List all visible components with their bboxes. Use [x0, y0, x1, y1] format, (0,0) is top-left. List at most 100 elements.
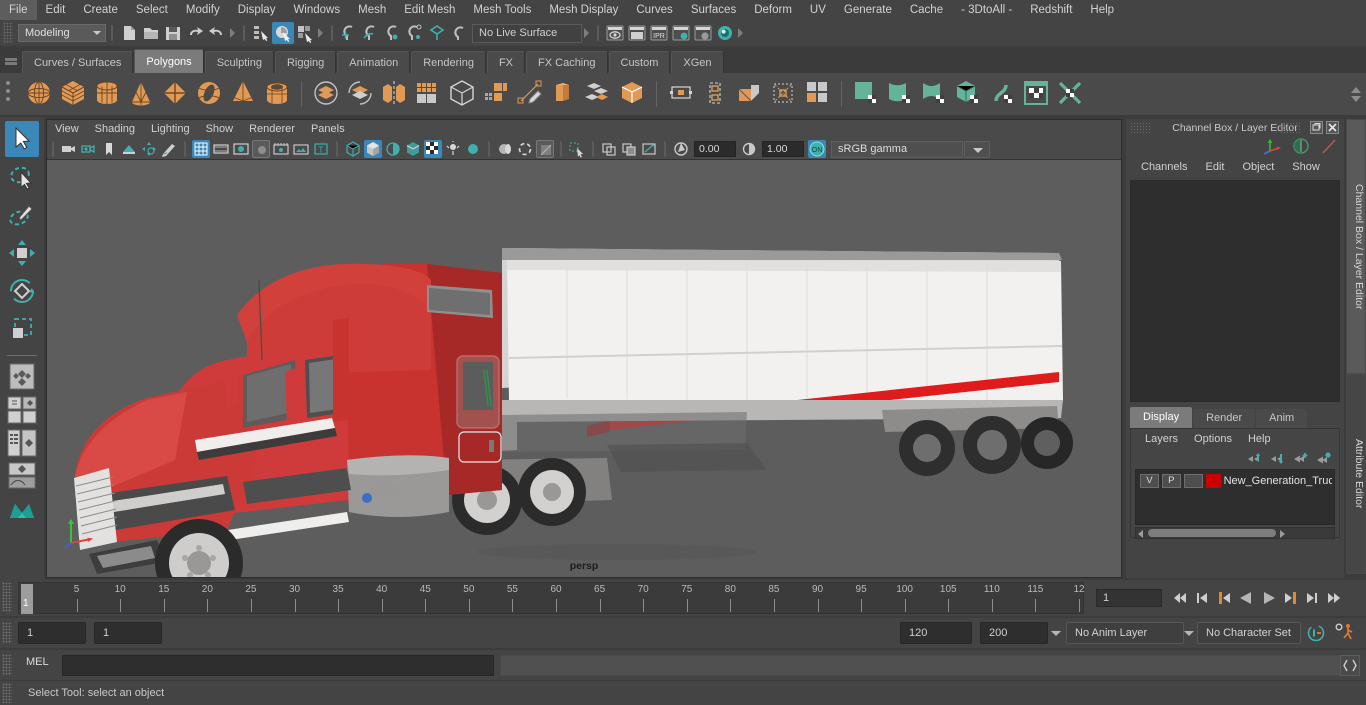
layer-row[interactable]: V P New_Generation_Truck — [1138, 473, 1332, 489]
paint-select-tool[interactable] — [5, 197, 39, 233]
quad-draw-icon[interactable] — [514, 77, 546, 111]
snap-to-view-plane-icon[interactable] — [426, 22, 448, 44]
uv-automatic-icon[interactable] — [952, 77, 984, 111]
uv-spherical-icon[interactable] — [918, 77, 950, 111]
select-camera-icon[interactable] — [60, 140, 78, 158]
panel-grip[interactable] — [1130, 122, 1152, 134]
channel-box-menu-show[interactable]: Show — [1283, 161, 1329, 173]
shelf-tab-xgen[interactable]: XGen — [671, 51, 724, 73]
poly-pyramid-icon[interactable] — [227, 77, 259, 111]
shelf-tab-rendering[interactable]: Rendering — [411, 51, 486, 73]
single-perspective-view[interactable] — [6, 362, 38, 392]
snap-to-grid-icon[interactable] — [338, 22, 360, 44]
bookmark-icon[interactable] — [100, 140, 118, 158]
menu-modify[interactable]: Modify — [177, 0, 229, 20]
time-slider-grip[interactable] — [2, 582, 12, 612]
create-polygon-icon[interactable] — [548, 77, 580, 111]
step-back-keyframe-icon[interactable] — [1194, 588, 1211, 608]
poly-torus-icon[interactable] — [193, 77, 225, 111]
uv-editor-icon[interactable] — [1020, 77, 1052, 111]
menu-file[interactable]: File — [0, 0, 37, 20]
playback-start-time-field[interactable]: 1 — [94, 622, 162, 644]
menu-generate[interactable]: Generate — [835, 0, 901, 20]
color-management-chevron-down-icon[interactable] — [964, 140, 990, 158]
layer-visibility-toggle[interactable]: V — [1140, 474, 1159, 488]
character-set-selector[interactable]: No Character Set — [1197, 622, 1301, 644]
make-live-icon[interactable] — [448, 22, 470, 44]
menu-display[interactable]: Display — [229, 0, 285, 20]
bevel-icon[interactable] — [733, 77, 765, 111]
boolean-icon[interactable] — [446, 77, 478, 111]
redo-icon[interactable] — [206, 22, 228, 44]
menu-create[interactable]: Create — [74, 0, 127, 20]
film-origin-icon[interactable] — [272, 140, 290, 158]
move-layer-up-icon[interactable] — [1247, 452, 1262, 465]
shadows-icon[interactable] — [444, 140, 462, 158]
menu-3dtoall[interactable]: - 3DtoAll - — [952, 0, 1021, 20]
help-line-grip[interactable] — [2, 683, 12, 703]
shelf-tab-polygons[interactable]: Polygons — [134, 49, 204, 73]
rotate-tool[interactable] — [5, 273, 39, 309]
menu-cache[interactable]: Cache — [901, 0, 952, 20]
current-frame-field[interactable]: 1 — [1096, 589, 1162, 607]
save-scene-icon[interactable] — [162, 22, 184, 44]
status-collapse-arrow[interactable] — [736, 23, 746, 43]
vertical-tab-channel-box[interactable]: Channel Box / Layer Editor — [1346, 119, 1366, 374]
perspective-viewport-3d-scene[interactable]: persp — [47, 160, 1121, 577]
display-texture-icon[interactable] — [640, 140, 658, 158]
character-set-chevron-down-icon[interactable] — [1181, 622, 1197, 644]
playback-end-time-field[interactable]: 120 — [900, 622, 972, 644]
menu-help[interactable]: Help — [1081, 0, 1123, 20]
command-line-grip[interactable] — [2, 654, 12, 676]
status-collapse-arrow[interactable] — [316, 23, 326, 43]
poly-cone-icon[interactable] — [125, 77, 157, 111]
channel-box-icon[interactable] — [1262, 137, 1282, 155]
use-default-lighting-icon[interactable] — [424, 140, 442, 158]
select-by-hierarchy-icon[interactable] — [250, 22, 272, 44]
panel-grip-right[interactable] — [1280, 122, 1302, 134]
poly-sphere-icon[interactable] — [23, 77, 55, 111]
layer-menu-options[interactable]: Options — [1186, 433, 1240, 445]
grease-pencil-icon[interactable] — [160, 140, 178, 158]
no-display-icon[interactable] — [600, 140, 618, 158]
shelf-tab-fx[interactable]: FX — [486, 51, 526, 73]
layer-tab-display[interactable]: Display — [1130, 407, 1193, 428]
shelf-tab-fx-caching[interactable]: FX Caching — [526, 51, 608, 73]
shelf-scroll-up-icon[interactable] — [1351, 86, 1361, 93]
anim-start-time-field[interactable]: 1 — [18, 622, 86, 644]
viewport-menu-panels[interactable]: Panels — [303, 120, 353, 139]
isolate-select-icon[interactable] — [568, 140, 586, 158]
select-by-component-icon[interactable] — [294, 22, 316, 44]
display-layer-list[interactable]: V P New_Generation_Truck — [1135, 469, 1335, 525]
scroll-left-icon[interactable] — [1136, 528, 1146, 538]
modeling-toolkit-icon[interactable] — [1320, 137, 1338, 155]
restore-panel-icon[interactable] — [1310, 121, 1323, 134]
layer-menu-help[interactable]: Help — [1240, 433, 1279, 445]
layer-color-swatch[interactable] — [1205, 474, 1221, 488]
mirror-geometry-icon[interactable] — [378, 77, 410, 111]
menu-mesh[interactable]: Mesh — [349, 0, 395, 20]
color-management-select[interactable]: sRGB gamma — [831, 140, 963, 158]
field-chart-icon[interactable]: T — [312, 140, 330, 158]
persp-graph-editor-layout[interactable] — [6, 461, 38, 491]
create-layer-from-selected-icon[interactable] — [1316, 451, 1331, 465]
select-tool[interactable] — [5, 121, 39, 157]
shelf-tab-rigging[interactable]: Rigging — [274, 51, 337, 73]
status-line-grip[interactable] — [3, 22, 13, 44]
undo-icon[interactable] — [184, 22, 206, 44]
vertical-tab-attribute-editor[interactable]: Attribute Editor — [1346, 374, 1366, 574]
snap-to-projected-center-icon[interactable] — [404, 22, 426, 44]
channel-box-menu-object[interactable]: Object — [1233, 161, 1283, 173]
show-render-view-icon[interactable] — [604, 22, 626, 44]
sculpt-geometry-icon[interactable] — [582, 77, 614, 111]
shelf-scroll-down-icon[interactable] — [1351, 95, 1361, 102]
viewport-menu-lighting[interactable]: Lighting — [143, 120, 198, 139]
shelf-tab-animation[interactable]: Animation — [337, 51, 411, 73]
go-to-end-icon[interactable] — [1326, 588, 1343, 608]
move-tool[interactable] — [5, 235, 39, 271]
menu-select[interactable]: Select — [127, 0, 177, 20]
layer-tab-render[interactable]: Render — [1193, 409, 1256, 428]
exposure-field[interactable]: 0.00 — [694, 141, 736, 157]
offset-edge-loop-icon[interactable] — [699, 77, 731, 111]
shelf-tab-custom[interactable]: Custom — [608, 51, 671, 73]
